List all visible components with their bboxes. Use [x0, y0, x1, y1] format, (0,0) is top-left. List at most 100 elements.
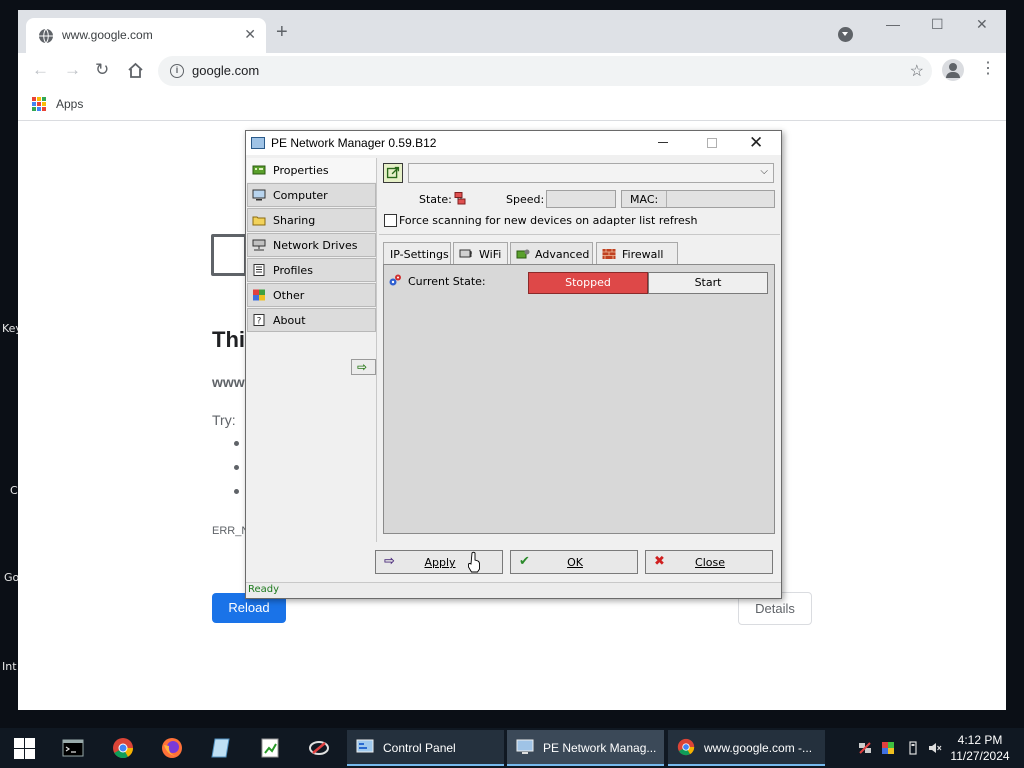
minimize-icon[interactable]: — [886, 16, 900, 32]
tab-strip: www.google.com ✕ + — ☐ ✕ [18, 10, 1006, 53]
force-scan-label[interactable]: Force scanning for new devices on adapte… [399, 214, 698, 227]
error-code: ERR_N [212, 525, 250, 537]
sidebar-item-sharing[interactable]: Sharing [247, 208, 376, 232]
forward-icon[interactable]: → [64, 61, 81, 79]
list-bullet [234, 465, 239, 470]
force-scan-checkbox[interactable] [384, 214, 397, 227]
apply-button[interactable]: ⇨ Apply [375, 550, 503, 574]
back-icon[interactable]: ← [32, 61, 49, 79]
try-label: Try: [212, 412, 236, 428]
sidebar-item-profiles[interactable]: Profiles [247, 258, 376, 282]
arrow-right-icon: ⇨ [357, 360, 368, 374]
question-icon: ? [253, 314, 265, 327]
sidebar-item-network-drives[interactable]: Network Drives [247, 233, 376, 257]
network-tray-icon[interactable] [858, 741, 872, 755]
tab-wifi[interactable]: WiFi [453, 242, 508, 264]
new-tab-button[interactable]: + [276, 22, 288, 42]
speed-label: Speed: [506, 193, 545, 206]
adapter-refresh-icon[interactable] [383, 163, 403, 183]
status-bar: Ready [246, 582, 781, 598]
other-icon [253, 289, 265, 301]
svg-text:?: ? [257, 317, 262, 327]
pe-network-manager-dialog: PE Network Manager 0.59.B12 ✕ Properties… [245, 130, 782, 599]
collapse-sidebar-button[interactable]: ⇨ [351, 359, 376, 375]
windows-start-icon[interactable] [14, 738, 35, 759]
list-bullet [234, 441, 239, 446]
bookmarks-bar: Apps [18, 89, 1006, 121]
volume-muted-icon[interactable] [928, 741, 942, 755]
site-info-icon[interactable]: i [170, 64, 184, 78]
reload-icon[interactable]: ↻ [95, 61, 109, 79]
properties-panel: ⌵ State: Speed: MAC: Force scanning for … [376, 158, 781, 542]
desktop-label-fragment: C [10, 484, 18, 497]
network-drive-icon [252, 239, 266, 251]
dialog-title: PE Network Manager 0.59.B12 [271, 136, 437, 150]
network-app-icon [251, 137, 265, 149]
network-card-icon [252, 165, 266, 175]
minimize-icon[interactable] [658, 142, 668, 143]
close-window-icon[interactable]: ✕ [976, 16, 988, 33]
address-bar[interactable]: i google.com ☆ [158, 56, 932, 86]
current-state-label: Current State: [408, 275, 486, 288]
color-tray-icon[interactable] [881, 741, 895, 755]
ok-button[interactable]: ✔ OK [510, 550, 638, 574]
dialog-titlebar[interactable]: PE Network Manager 0.59.B12 ✕ [246, 131, 781, 155]
network-status-icon [454, 192, 466, 205]
network-app-icon [516, 739, 534, 754]
chrome-icon [677, 738, 695, 756]
close-tab-icon[interactable]: ✕ [244, 26, 256, 43]
sidebar-item-computer[interactable]: Computer [247, 183, 376, 207]
clock-date: 11/27/2024 [950, 749, 1010, 763]
url-text[interactable]: google.com [192, 63, 259, 78]
status-text: Ready [248, 584, 280, 595]
chevron-down-icon: ⌵ [760, 166, 768, 177]
firefox-icon[interactable] [161, 737, 183, 759]
desktop-label-fragment: Int [2, 660, 17, 673]
control-panel-icon [356, 739, 374, 753]
close-button[interactable]: ✖ Close [645, 550, 773, 574]
error-title: Thi [212, 327, 245, 352]
bookmark-star-icon[interactable]: ☆ [910, 61, 924, 81]
sidebar-item-other[interactable]: Other [247, 283, 376, 307]
firewall-icon [602, 249, 616, 259]
menu-kebab-icon[interactable]: ⋮ [980, 61, 996, 77]
taskbar: Control Panel PE Network Manag... www.go… [0, 728, 1024, 768]
tab-ip-settings[interactable]: IP-Settings [383, 242, 451, 264]
chrome-icon[interactable] [112, 737, 134, 759]
maximize-icon[interactable]: ☐ [931, 16, 944, 33]
tab-firewall[interactable]: Firewall [596, 242, 678, 264]
sad-page-icon [211, 234, 247, 276]
tab-search-button[interactable] [838, 27, 853, 42]
mac-label: MAC: [630, 193, 659, 206]
spreadsheet-app-icon[interactable] [259, 737, 281, 759]
taskbar-item-pe-network-manager[interactable]: PE Network Manag... [507, 730, 664, 766]
adapter-dropdown[interactable]: ⌵ [408, 163, 774, 183]
sidebar-item-about[interactable]: ? About [247, 308, 376, 332]
home-icon[interactable] [127, 62, 144, 79]
sidebar-item-properties[interactable]: Properties [247, 158, 376, 182]
browser-tab[interactable]: www.google.com ✕ [26, 18, 266, 53]
system-clock[interactable]: 4:12 PM 11/27/2024 [950, 732, 1010, 764]
maximize-icon[interactable] [707, 138, 717, 148]
desktop-label-fragment: Go [4, 571, 20, 584]
tab-advanced[interactable]: Advanced [510, 242, 593, 264]
network-tool-icon[interactable] [308, 737, 330, 759]
browser-toolbar: ← → ↻ i google.com ☆ ⋮ [18, 53, 1006, 89]
apps-grid-icon[interactable] [32, 97, 46, 111]
advanced-network-icon [516, 249, 530, 259]
wifi-adapter-icon [459, 249, 472, 258]
notes-app-icon[interactable] [210, 737, 232, 759]
folder-icon [252, 216, 266, 226]
taskbar-item-control-panel[interactable]: Control Panel [347, 730, 504, 766]
terminal-icon[interactable] [62, 737, 84, 759]
state-label: State: [419, 193, 452, 206]
error-host: www [212, 374, 245, 390]
tab-title: www.google.com [62, 28, 153, 42]
start-button[interactable]: Start [648, 272, 768, 294]
close-icon[interactable]: ✕ [749, 133, 763, 153]
taskbar-item-chrome[interactable]: www.google.com -... [668, 730, 825, 766]
apps-bookmark[interactable]: Apps [56, 97, 83, 111]
usb-drive-icon[interactable] [906, 741, 920, 755]
computer-icon [252, 189, 266, 201]
profile-avatar-icon[interactable] [942, 59, 964, 81]
